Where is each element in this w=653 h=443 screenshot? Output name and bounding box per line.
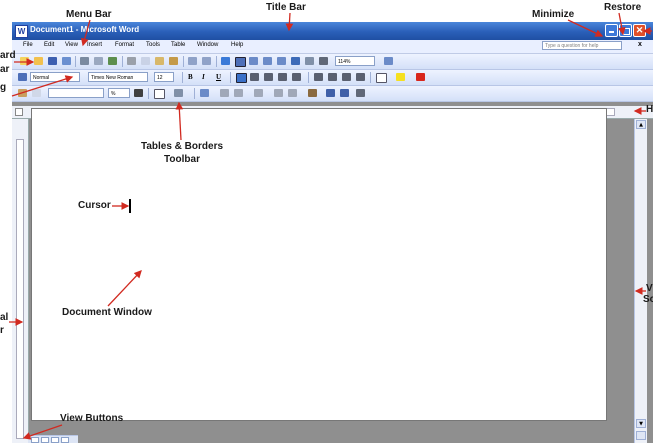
vertical-scroll-label-2: So [643, 294, 653, 305]
annotation-arrows [9, 12, 652, 440]
minimize-arrow [567, 19, 604, 37]
tables-borders-arrow [175, 101, 184, 141]
vertical-ruler-label-2: r [0, 325, 4, 336]
standard-toolbar-label-2: ar [0, 64, 10, 75]
tables-borders-label-1: Tables & Borders [140, 141, 224, 152]
restore-arrow [617, 12, 626, 36]
vertical-scroll-label-1: V [646, 283, 653, 294]
formatting-toolbar-arrow [11, 75, 74, 97]
title-bar-arrow [285, 12, 294, 32]
cursor-label: Cursor [78, 200, 111, 211]
document-window-label: Document Window [62, 307, 152, 318]
standard-toolbar-label-1: ard [0, 50, 16, 61]
menu-bar-arrow [80, 19, 91, 47]
tables-borders-label-2: Toolbar [164, 154, 200, 165]
document-window-arrow [107, 270, 142, 307]
menu-bar-label: Menu Bar [66, 9, 112, 20]
formatting-toolbar-label: g [0, 82, 7, 93]
view-buttons-arrow [22, 424, 63, 440]
annotated-screenshot: W Document1 - Microsoft Word ✕ File Edit… [0, 0, 653, 443]
title-bar-label: Title Bar [266, 2, 306, 13]
minimize-label: Minimize [532, 9, 575, 20]
horizontal-ruler-label: H [646, 104, 653, 115]
view-buttons-label: View Buttons [60, 413, 124, 424]
vertical-ruler-label-1: al [0, 312, 9, 323]
restore-label: Restore [604, 2, 642, 13]
